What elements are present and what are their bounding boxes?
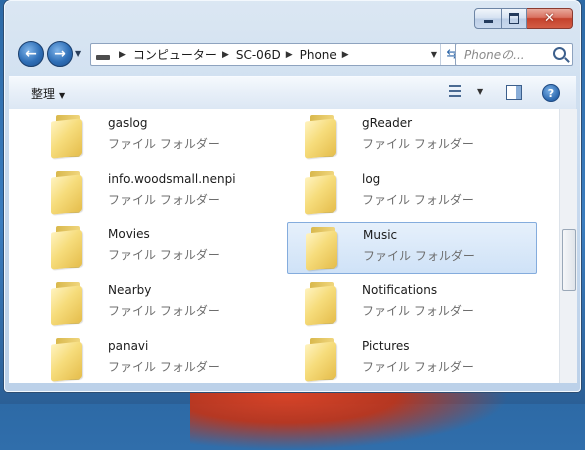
close-icon: ✕ (544, 11, 555, 26)
folder-name: Nearby (108, 283, 152, 297)
chevron-right-icon[interactable]: ▶ (286, 50, 293, 60)
folder-name: Notifications (362, 283, 438, 297)
help-button[interactable]: ? (542, 84, 560, 102)
folder-icon (305, 282, 339, 326)
recent-pages-dropdown[interactable]: ▼ (75, 49, 81, 58)
breadcrumb-computer[interactable]: コンピューター (133, 46, 217, 63)
breadcrumb-phone[interactable]: Phone (300, 48, 337, 62)
folder-item[interactable]: panavi ファイル フォルダー (33, 334, 281, 383)
help-icon: ? (547, 86, 555, 100)
back-button[interactable]: ← (18, 41, 44, 67)
change-view-button[interactable] (449, 85, 465, 99)
folder-type: ファイル フォルダー (108, 193, 220, 207)
search-input[interactable]: Phoneの... (464, 46, 544, 63)
folder-name: info.woodsmall.nenpi (108, 172, 236, 186)
folder-type: ファイル フォルダー (362, 193, 474, 207)
folder-name: Movies (108, 227, 150, 241)
folder-item[interactable]: Nearby ファイル フォルダー (33, 278, 281, 328)
folder-item[interactable]: Pictures ファイル フォルダー (287, 334, 535, 383)
view-details-icon-line (449, 95, 461, 97)
folder-icon (51, 226, 85, 270)
folder-icon (306, 227, 340, 271)
folder-name: Pictures (362, 339, 410, 353)
navigation-bar: ← → ▼ ▶ コンピューター ▶ SC-06D ▶ Phone ▶ ▼ ⇆ P… (18, 40, 573, 68)
folder-type: ファイル フォルダー (108, 304, 220, 318)
search-box[interactable]: Phoneの... (455, 43, 573, 66)
address-dropdown-icon[interactable]: ▼ (431, 50, 437, 59)
view-details-icon-line (449, 90, 461, 92)
breadcrumb-device[interactable]: SC-06D (236, 48, 281, 62)
folder-name: gaslog (108, 116, 148, 130)
folder-icon (51, 338, 85, 382)
folder-item[interactable]: gReader ファイル フォルダー (287, 111, 535, 161)
chevron-right-icon[interactable]: ▶ (222, 50, 229, 60)
folder-icon (51, 171, 85, 215)
folder-type: ファイル フォルダー (108, 360, 220, 374)
minimize-button[interactable] (474, 8, 502, 29)
view-details-icon (449, 85, 461, 87)
folder-name: gReader (362, 116, 413, 130)
arrow-right-icon: → (54, 46, 66, 62)
maximize-icon (509, 13, 519, 24)
chevron-right-icon[interactable]: ▶ (342, 50, 349, 60)
organize-button[interactable]: 整理 ▼ (31, 85, 65, 102)
arrow-left-icon: ← (25, 46, 37, 62)
folder-icon (51, 282, 85, 326)
folder-type: ファイル フォルダー (108, 137, 220, 151)
folder-type: ファイル フォルダー (108, 248, 220, 262)
folder-icon (305, 171, 339, 215)
folder-item[interactable]: gaslog ファイル フォルダー (33, 111, 281, 161)
forward-button[interactable]: → (47, 41, 73, 67)
folder-item[interactable]: log ファイル フォルダー (287, 167, 535, 217)
folder-icon (51, 115, 85, 159)
folder-item[interactable]: Music ファイル フォルダー (287, 222, 537, 274)
minimize-icon (483, 20, 493, 23)
view-dropdown-icon[interactable]: ▼ (477, 87, 483, 96)
search-icon[interactable] (553, 47, 566, 60)
close-button[interactable]: ✕ (527, 8, 573, 29)
folder-name: Music (363, 228, 398, 242)
organize-label: 整理 (31, 87, 56, 101)
chevron-right-icon[interactable]: ▶ (119, 50, 126, 60)
folder-type: ファイル フォルダー (362, 360, 474, 374)
vertical-scrollbar[interactable] (559, 109, 577, 383)
preview-pane-button[interactable] (506, 85, 522, 100)
scrollbar-thumb[interactable] (562, 229, 576, 291)
file-list: gaslog ファイル フォルダー gReader ファイル フォルダー info.wo… (9, 109, 559, 383)
maximize-button[interactable] (502, 8, 527, 29)
folder-type: ファイル フォルダー (362, 137, 474, 151)
chevron-down-icon: ▼ (59, 91, 66, 100)
folder-icon (305, 115, 339, 159)
device-icon (96, 55, 110, 60)
folder-icon (305, 338, 339, 382)
folder-type: ファイル フォルダー (362, 304, 474, 318)
folder-item[interactable]: info.woodsmall.nenpi ファイル フォルダー (33, 167, 281, 217)
window-controls: ✕ (474, 8, 573, 29)
address-bar[interactable]: ▶ コンピューター ▶ SC-06D ▶ Phone ▶ ▼ ⇆ (90, 43, 464, 66)
command-bar: 整理 ▼ ▼ ? (9, 76, 576, 110)
explorer-window: ✕ ← → ▼ ▶ コンピューター ▶ SC-06D ▶ Phone ▶ ▼ ⇆… (4, 0, 581, 392)
folder-item[interactable]: Movies ファイル フォルダー (33, 222, 281, 272)
folder-item[interactable]: Notifications ファイル フォルダー (287, 278, 535, 328)
folder-type: ファイル フォルダー (363, 249, 475, 263)
folder-name: log (362, 172, 381, 186)
folder-name: panavi (108, 339, 149, 353)
